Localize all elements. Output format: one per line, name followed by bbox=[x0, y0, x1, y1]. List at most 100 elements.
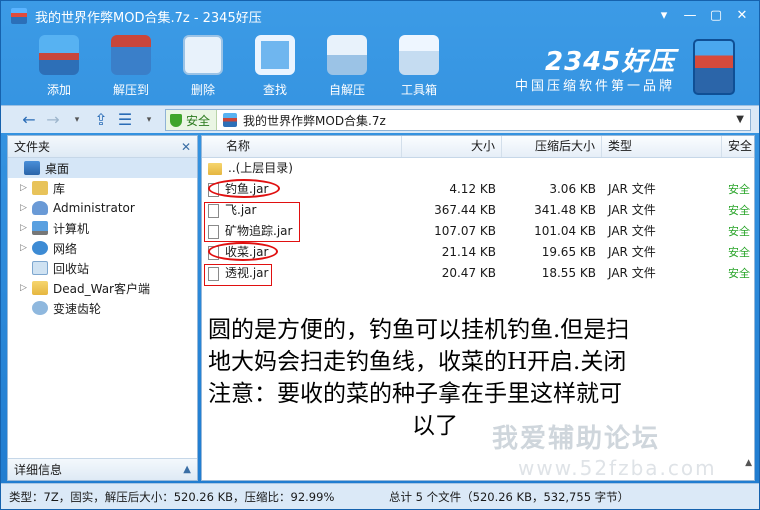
folder-tree-panel: 文件夹 ✕ 桌面 ▷ 库 ▷ Administrator ▷ 计算机 ▷ 网络 bbox=[7, 135, 198, 481]
file-size: 107.07 KB bbox=[434, 224, 496, 238]
delete-button[interactable]: 删除 bbox=[176, 35, 230, 98]
collapse-arrow-icon[interactable]: ▲ bbox=[183, 464, 191, 475]
column-size-header[interactable]: 大小 bbox=[402, 136, 502, 157]
title-bar: 我的世界作弊MOD合集.7z - 2345好压 ▾ — ▢ ✕ bbox=[1, 1, 759, 31]
file-list-header: 名称 大小 压缩后大小 类型 安全 bbox=[202, 136, 754, 158]
tree-item-speed-gear[interactable]: 变速齿轮 bbox=[8, 298, 197, 318]
file-compressed-size: 18.55 KB bbox=[541, 266, 596, 280]
tree-item-label: 回收站 bbox=[53, 261, 90, 276]
table-row[interactable]: 透视.jar 20.47 KB 18.55 KB JAR 文件 安全 bbox=[202, 263, 754, 284]
column-compressed-header[interactable]: 压缩后大小 bbox=[502, 136, 602, 157]
expand-arrow-icon[interactable]: ▷ bbox=[20, 243, 30, 253]
brand-logo-icon bbox=[693, 39, 735, 95]
watermark-url: www.52fzba.com bbox=[518, 456, 717, 480]
sfx-icon bbox=[327, 35, 367, 75]
close-icon[interactable]: ✕ bbox=[181, 140, 191, 154]
file-compressed-size: 341.48 KB bbox=[534, 203, 596, 217]
tree-item-network[interactable]: ▷ 网络 bbox=[8, 238, 197, 258]
self-extract-label: 自解压 bbox=[328, 83, 365, 97]
gear-app-icon bbox=[32, 301, 48, 315]
expand-arrow-icon[interactable]: ▷ bbox=[20, 223, 30, 233]
window-controls: ▾ — ▢ ✕ bbox=[653, 5, 753, 25]
expand-arrow-icon[interactable]: ▷ bbox=[20, 183, 30, 193]
add-archive-icon bbox=[39, 35, 79, 75]
toolbox-label: 工具箱 bbox=[400, 83, 437, 97]
column-type-header[interactable]: 类型 bbox=[602, 136, 722, 157]
table-row[interactable]: 钓鱼.jar 4.12 KB 3.06 KB JAR 文件 安全 bbox=[202, 179, 754, 200]
add-button[interactable]: 添加 bbox=[32, 35, 86, 98]
toolbox-button[interactable]: 工具箱 bbox=[392, 35, 446, 98]
details-footer[interactable]: 详细信息 ▲ bbox=[8, 458, 197, 480]
up-level-icon[interactable]: ⇪ bbox=[89, 109, 113, 131]
file-size: 367.44 KB bbox=[434, 203, 496, 217]
app-logo-icon bbox=[11, 8, 27, 24]
tree-item-label: Administrator bbox=[53, 201, 135, 215]
file-type: JAR 文件 bbox=[608, 266, 656, 280]
maximize-button[interactable]: ▢ bbox=[705, 5, 727, 25]
app-window: 我的世界作弊MOD合集.7z - 2345好压 ▾ — ▢ ✕ 添加 解压到 删… bbox=[0, 0, 760, 510]
tree-item-recycle-bin[interactable]: 回收站 bbox=[8, 258, 197, 278]
tree-item-computer[interactable]: ▷ 计算机 bbox=[8, 218, 197, 238]
minimize-button[interactable]: — bbox=[679, 5, 701, 25]
archive-icon bbox=[223, 113, 238, 127]
find-button[interactable]: 查找 bbox=[248, 35, 302, 98]
extract-icon bbox=[111, 35, 151, 75]
extract-to-button[interactable]: 解压到 bbox=[104, 35, 158, 98]
annotation-line: 注意：要收的菜的种子拿在手里这样就可 bbox=[208, 381, 622, 407]
tree-item-label: Dead_War客户端 bbox=[53, 281, 150, 296]
red-box-mark bbox=[204, 264, 272, 286]
expand-arrow-icon[interactable]: ▷ bbox=[20, 203, 30, 213]
red-circle-mark bbox=[208, 242, 278, 261]
file-size: 21.14 KB bbox=[441, 245, 496, 259]
annotation-line: 以了 bbox=[412, 413, 458, 439]
tree-item-library[interactable]: ▷ 库 bbox=[8, 178, 197, 198]
view-list-icon[interactable]: ☰ bbox=[113, 109, 137, 131]
tree-item-label: 桌面 bbox=[45, 161, 70, 176]
file-safety: 安全 bbox=[728, 225, 750, 238]
red-circle-mark bbox=[208, 179, 280, 198]
self-extract-button[interactable]: 自解压 bbox=[320, 35, 374, 98]
path-dropdown-icon[interactable]: ▼ bbox=[736, 114, 744, 125]
history-dropdown-icon[interactable]: ▾ bbox=[65, 109, 89, 131]
expand-arrow-icon[interactable]: ▷ bbox=[20, 283, 30, 293]
file-type: JAR 文件 bbox=[608, 245, 656, 259]
scroll-arrow-icon[interactable]: ▲ bbox=[745, 458, 752, 468]
tree-item-label: 网络 bbox=[53, 241, 78, 256]
tree-item-label: 变速齿轮 bbox=[53, 301, 102, 316]
file-compressed-size: 101.04 KB bbox=[534, 224, 596, 238]
tree-item-dead-war[interactable]: ▷ Dead_War客户端 bbox=[8, 278, 197, 298]
brand-banner: 2345好压 中国压缩软件第一品牌 bbox=[485, 39, 735, 99]
forward-arrow-icon[interactable]: → bbox=[41, 109, 65, 131]
file-name: ..(上层目录) bbox=[228, 161, 293, 175]
menu-dropdown-icon[interactable]: ▾ bbox=[653, 5, 675, 25]
file-compressed-size: 3.06 KB bbox=[549, 182, 596, 196]
column-name-header[interactable]: 名称 bbox=[202, 136, 402, 157]
column-safety-header[interactable]: 安全 bbox=[722, 136, 754, 157]
search-icon bbox=[255, 35, 295, 75]
address-bar: ← → ▾ ⇪ ☰ ▾ 安全 我的世界作弊MOD合集.7z ▼ bbox=[1, 105, 759, 133]
find-label: 查找 bbox=[262, 83, 287, 97]
annotation-note: 圆的是方便的，钓鱼可以挂机钓鱼.但是扫 地大妈会扫走钓鱼线，收菜的H开启.关闭 … bbox=[208, 314, 748, 442]
file-size: 4.12 KB bbox=[449, 182, 496, 196]
file-size: 20.47 KB bbox=[441, 266, 496, 280]
tree-item-administrator[interactable]: ▷ Administrator bbox=[8, 198, 197, 218]
brand-slogan: 中国压缩软件第一品牌 bbox=[515, 79, 676, 94]
computer-icon bbox=[32, 221, 48, 235]
add-label: 添加 bbox=[46, 83, 71, 97]
tree-item-desktop[interactable]: 桌面 bbox=[8, 158, 197, 178]
file-safety: 安全 bbox=[728, 204, 750, 217]
path-box[interactable]: 安全 我的世界作弊MOD合集.7z ▼ bbox=[165, 109, 751, 131]
table-row-parent[interactable]: ..(上层目录) bbox=[202, 158, 754, 179]
annotation-line: 圆的是方便的，钓鱼可以挂机钓鱼.但是扫 bbox=[208, 317, 630, 343]
delete-label: 删除 bbox=[190, 83, 215, 97]
file-safety: 安全 bbox=[728, 183, 750, 196]
user-folder-icon bbox=[32, 201, 48, 215]
file-type: JAR 文件 bbox=[608, 182, 656, 196]
file-type: JAR 文件 bbox=[608, 224, 656, 238]
back-arrow-icon[interactable]: ← bbox=[17, 109, 41, 131]
folder-up-icon bbox=[208, 162, 222, 175]
view-dropdown-icon[interactable]: ▾ bbox=[137, 109, 161, 131]
folder-panel-title: 文件夹 bbox=[14, 140, 51, 154]
close-button[interactable]: ✕ bbox=[731, 5, 753, 25]
table-row[interactable]: 收菜.jar 21.14 KB 19.65 KB JAR 文件 安全 bbox=[202, 242, 754, 263]
